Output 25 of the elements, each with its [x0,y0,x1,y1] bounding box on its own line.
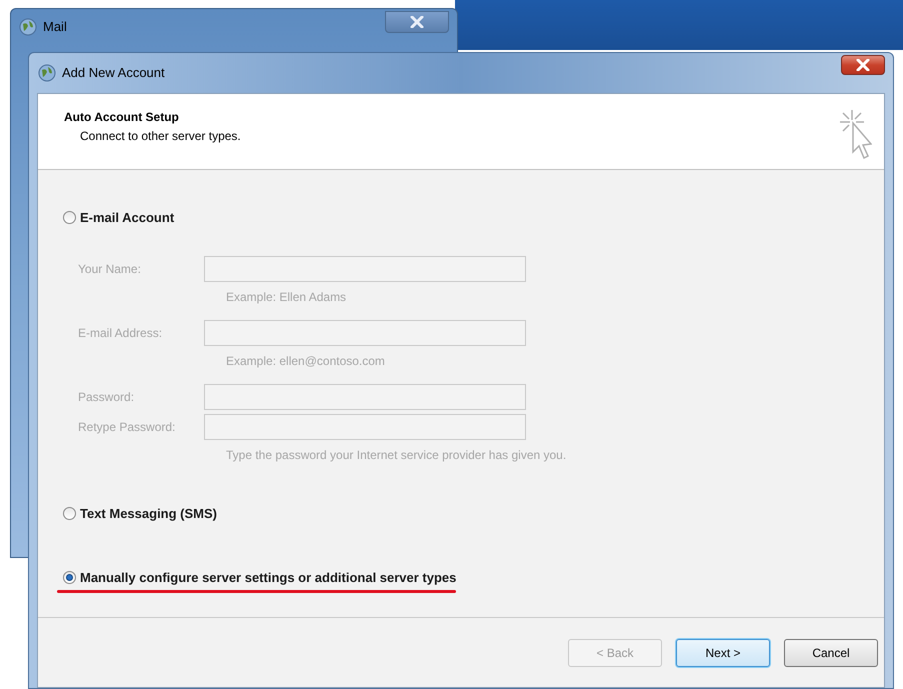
close-button[interactable] [385,11,449,33]
field-hint: Example: ellen@contoso.com [226,352,386,370]
option-label[interactable]: Text Messaging (SMS) [80,504,218,523]
header-subtitle: Connect to other server types. [80,128,241,145]
header-title: Auto Account Setup [64,109,180,126]
window-title: Mail [43,18,67,36]
close-icon [410,16,424,28]
globe-icon [38,64,56,82]
radio-button[interactable] [63,506,76,520]
field-label: Password: [78,388,136,406]
dialog-button[interactable]: Next > [676,638,770,666]
close-button[interactable] [841,55,885,75]
option-label[interactable]: E-mail Account [80,208,174,228]
field-label: Your Name: [78,260,142,278]
close-icon [856,59,870,71]
dialog-button[interactable]: Cancel [784,638,878,666]
field-label: E-mail Address: [78,324,164,342]
dialog-title: Add New Account [62,64,165,82]
radio-button[interactable] [63,571,76,584]
option-label[interactable]: Manually configure server settings or additional server types [80,568,456,588]
field-hint: Example: Ellen Adams [226,288,348,306]
globe-icon [19,18,37,36]
radio-button[interactable] [63,211,76,224]
field-hint: Type the password your Internet service provider has given you. [226,446,568,464]
field-label: Retype Password: [78,418,176,436]
